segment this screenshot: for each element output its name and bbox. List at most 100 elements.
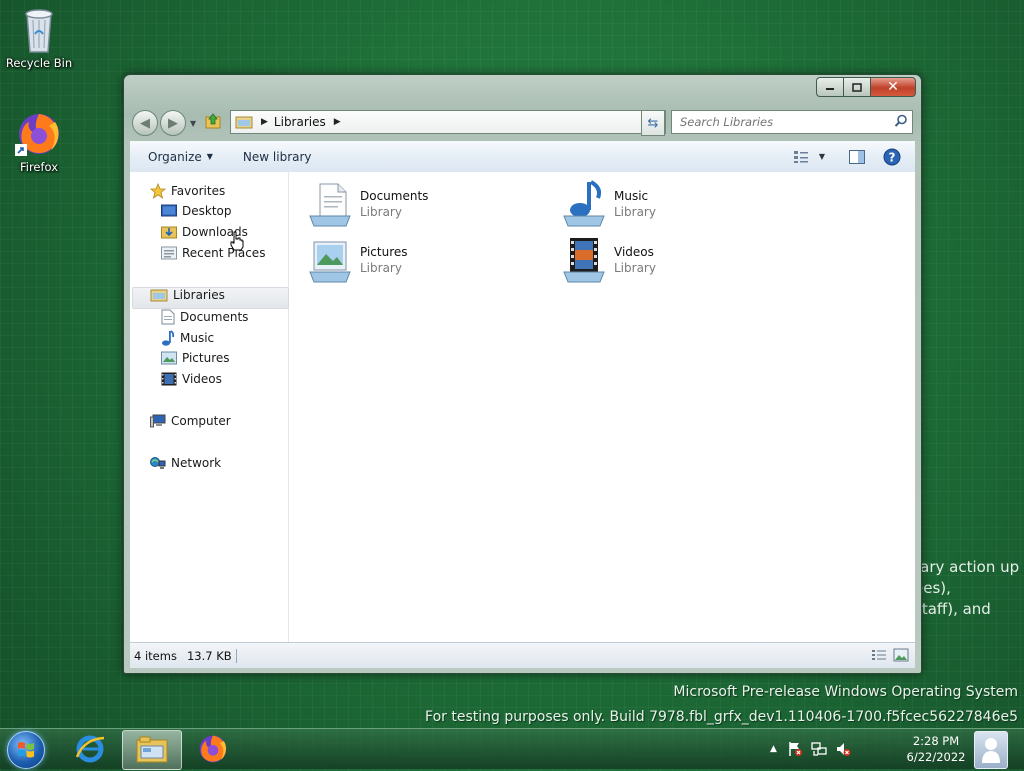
- library-item-videos[interactable]: Videos Library: [560, 236, 656, 284]
- nav-item-recent-places[interactable]: Recent Places: [161, 246, 265, 260]
- library-name: Documents: [360, 189, 429, 203]
- action-center-flag-icon[interactable]: [787, 741, 803, 757]
- documents-icon: [161, 309, 175, 325]
- nav-computer[interactable]: Computer: [150, 414, 231, 428]
- status-bar: 4 items 13.7 KB: [130, 642, 915, 668]
- pictures-library-icon: [309, 241, 351, 283]
- desktop-icon: [161, 204, 177, 217]
- start-button[interactable]: [7, 731, 45, 769]
- computer-icon: [150, 414, 166, 428]
- change-view-button[interactable]: ▼: [793, 150, 825, 164]
- search-icon[interactable]: [894, 114, 908, 128]
- clock-time: 2:28 PM: [912, 734, 960, 748]
- organize-label: Organize: [148, 149, 202, 164]
- up-folder-icon[interactable]: [204, 112, 222, 130]
- forward-arrow-icon: ▶: [168, 115, 178, 131]
- nav-item-videos[interactable]: Videos: [161, 372, 222, 386]
- svg-text:?: ?: [889, 150, 896, 164]
- refresh-button[interactable]: ⇆: [641, 110, 665, 136]
- desktop-icon-firefox[interactable]: Firefox: [3, 110, 75, 174]
- explorer-window[interactable]: ✕ ◀ ▶ ▼ ▶ Libraries ▶ ▼ ⇆ Organize ▼ New…: [123, 74, 922, 674]
- library-item-pictures[interactable]: Pictures Library: [306, 236, 408, 284]
- details-view-icon[interactable]: [871, 648, 887, 662]
- windows-logo-icon: [18, 742, 34, 758]
- taskbar-app-firefox[interactable]: [184, 730, 242, 768]
- libraries-folder-icon: [235, 116, 253, 129]
- documents-library-icon: [309, 183, 351, 227]
- nav-item-documents[interactable]: Documents: [161, 309, 248, 325]
- taskbar: ▲ 2:28 PM 6/22/2022: [0, 728, 1024, 770]
- library-type: Library: [360, 261, 402, 275]
- refresh-icon: ⇆: [647, 115, 659, 131]
- view-options-icon: [793, 150, 808, 163]
- chevron-down-icon[interactable]: ▼: [819, 152, 825, 161]
- nav-favorites[interactable]: Favorites: [150, 183, 225, 199]
- music-note-icon: [162, 330, 175, 346]
- status-view-buttons: [871, 648, 909, 662]
- internet-explorer-icon: [75, 735, 105, 763]
- build-watermark-line2: For testing purposes only. Build 7978.fb…: [425, 709, 1018, 725]
- taskbar-clock[interactable]: 2:28 PM 6/22/2022: [898, 733, 974, 765]
- breadcrumb-separator-icon[interactable]: ▶: [261, 117, 268, 127]
- nav-item-music[interactable]: Music: [161, 330, 214, 346]
- close-button[interactable]: ✕: [870, 77, 916, 97]
- library-name: Pictures: [360, 245, 408, 259]
- network-tray-icon[interactable]: [811, 741, 827, 757]
- shortcut-arrow-icon: [15, 144, 27, 156]
- maximize-button[interactable]: [843, 77, 870, 97]
- help-icon: ?: [883, 148, 901, 165]
- nav-label: Recent Places: [182, 246, 266, 260]
- nav-item-desktop[interactable]: Desktop: [161, 204, 232, 218]
- nav-libraries[interactable]: Libraries: [150, 288, 225, 302]
- show-desktop-button[interactable]: [974, 731, 1008, 769]
- nav-label: Network: [171, 456, 222, 470]
- back-arrow-icon: ◀: [140, 115, 150, 131]
- forward-button[interactable]: ▶: [160, 110, 186, 136]
- star-icon: [150, 183, 166, 199]
- background-text-line: staff), and: [914, 600, 991, 618]
- library-name: Videos: [614, 245, 654, 259]
- preview-pane-button[interactable]: [849, 149, 865, 164]
- nav-label: Documents: [180, 310, 249, 324]
- navigation-pane: Favorites Desktop Downloads Recent Place…: [130, 172, 289, 642]
- downloads-folder-icon: [161, 226, 177, 239]
- background-text: rary action up ees), staff), and: [914, 557, 1019, 620]
- search-input[interactable]: [678, 114, 892, 130]
- recent-places-icon: [161, 246, 177, 260]
- help-button[interactable]: ?: [883, 148, 901, 166]
- organize-button[interactable]: Organize ▼: [148, 150, 213, 164]
- library-type: Library: [614, 261, 656, 275]
- recent-pages-dropdown[interactable]: ▼: [190, 119, 196, 128]
- libraries-folder-icon: [150, 289, 168, 302]
- library-name: Music: [614, 189, 649, 203]
- taskbar-app-windows-explorer[interactable]: [122, 730, 182, 770]
- firefox-icon: [199, 735, 227, 763]
- minimize-button[interactable]: [816, 77, 843, 97]
- background-text-line: rary action up: [914, 558, 1020, 576]
- breadcrumb-libraries[interactable]: Libraries: [274, 115, 326, 129]
- address-bar[interactable]: ▶ Libraries ▶ ▼: [230, 110, 666, 134]
- volume-muted-icon[interactable]: [835, 741, 851, 757]
- preview-pane-icon: [849, 149, 865, 164]
- library-item-documents[interactable]: Documents Library: [306, 180, 428, 228]
- taskbar-app-internet-explorer[interactable]: [61, 730, 119, 768]
- new-library-button[interactable]: New library: [243, 150, 312, 164]
- recycle-bin-icon: [25, 9, 53, 53]
- chevron-down-icon: ▼: [206, 152, 213, 161]
- library-type: Library: [614, 205, 656, 219]
- search-box[interactable]: [671, 110, 913, 134]
- nav-network[interactable]: Network: [150, 456, 221, 470]
- breadcrumb-separator-icon[interactable]: ▶: [334, 117, 341, 127]
- show-hidden-icons-button[interactable]: ▲: [770, 744, 777, 754]
- command-bar: Organize ▼ New library ▼ ?: [130, 141, 915, 173]
- status-item-count: 4 items: [134, 648, 177, 663]
- back-button[interactable]: ◀: [132, 110, 158, 136]
- nav-item-pictures[interactable]: Pictures: [161, 351, 230, 365]
- network-icon: [150, 457, 166, 469]
- desktop-icon-recycle-bin[interactable]: Recycle Bin: [3, 6, 75, 70]
- library-item-music[interactable]: Music Library: [560, 180, 656, 228]
- library-type: Library: [360, 205, 402, 219]
- music-library-icon: [563, 180, 605, 227]
- large-icons-view-icon[interactable]: [893, 648, 909, 662]
- window-controls: ✕: [816, 77, 916, 97]
